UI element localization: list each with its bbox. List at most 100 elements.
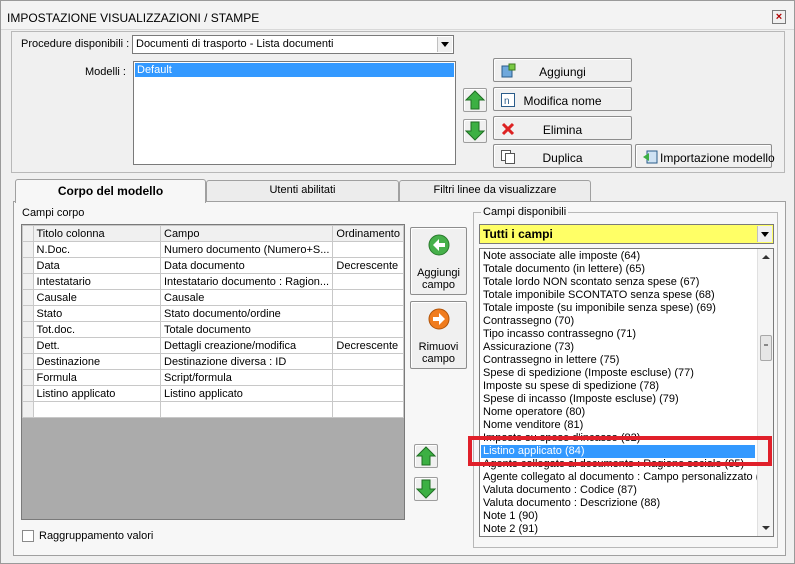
scroll-up-arrow-icon[interactable] [758, 249, 773, 265]
cell-field[interactable]: Totale documento [159, 321, 334, 338]
list-item[interactable]: Valuta documento : Codice (87) [481, 484, 755, 497]
list-item[interactable]: Nome venditore (81) [481, 419, 755, 432]
list-item[interactable]: Tipo incasso contrassegno (71) [481, 328, 755, 341]
row-selector[interactable] [22, 337, 34, 354]
cell-title[interactable]: Listino applicato [32, 385, 161, 402]
list-item[interactable]: Totale imposte (su imponibile senza spes… [481, 302, 755, 315]
list-item[interactable]: Note 2 (91) [481, 523, 755, 536]
models-list[interactable]: Default [133, 61, 456, 165]
move-field-down-button[interactable] [414, 477, 438, 501]
table-row[interactable] [22, 401, 404, 418]
table-row[interactable]: Intestatario Intestatario documento : Rag… [22, 273, 404, 290]
delete-model-button[interactable]: Elimina [493, 116, 632, 140]
body-fields-grid[interactable]: Titolo colonna Campo Ordinamento N.Doc. N… [21, 224, 405, 520]
table-row[interactable]: Tot.doc. Totale documento [22, 321, 404, 338]
rename-model-button[interactable]: n Modifica nome [493, 87, 632, 111]
cell-field[interactable]: Intestatario documento : Ragion... [159, 273, 334, 290]
row-selector[interactable] [22, 369, 34, 386]
cell-title[interactable]: N.Doc. [32, 241, 161, 258]
table-row[interactable]: Stato Stato documento/ordine [22, 305, 404, 322]
cell-order[interactable] [332, 321, 404, 338]
cell-title[interactable]: Formula [32, 369, 161, 386]
remove-field-button[interactable]: Rimuovi campo [410, 301, 467, 369]
column-header-field[interactable]: Campo [159, 225, 334, 242]
cell-title[interactable]: Dett. [32, 337, 161, 354]
cell-title[interactable]: Destinazione [32, 353, 161, 370]
add-field-button[interactable]: Aggiungi campo [410, 227, 467, 295]
cell-title[interactable] [32, 401, 161, 418]
model-item[interactable]: Default [135, 63, 454, 77]
cell-field[interactable]: Causale [159, 289, 334, 306]
list-item[interactable]: Contrassegno in lettere (75) [481, 354, 755, 367]
row-selector[interactable] [22, 289, 34, 306]
available-filter-dropdown[interactable]: Tutti i campi [479, 224, 774, 244]
list-item[interactable]: Valuta documento : Descrizione (88) [481, 497, 755, 510]
list-item[interactable]: Note associate alle imposte (64) [481, 250, 755, 263]
cell-field[interactable]: Script/formula [159, 369, 334, 386]
list-item[interactable]: Contrassegno (70) [481, 315, 755, 328]
cell-order[interactable]: Decrescente [332, 257, 404, 274]
scroll-down-arrow-icon[interactable] [758, 520, 773, 536]
cell-title[interactable]: Causale [32, 289, 161, 306]
cell-order[interactable] [332, 305, 404, 322]
row-selector[interactable] [22, 385, 34, 402]
move-model-up-button[interactable] [463, 88, 487, 112]
table-row[interactable]: Listino applicato Listino applicato [22, 385, 404, 402]
list-item[interactable]: Imposte su spese di spedizione (78) [481, 380, 755, 393]
chevron-down-icon[interactable] [437, 37, 452, 52]
move-field-up-button[interactable] [414, 444, 438, 468]
row-selector[interactable] [22, 305, 34, 322]
table-row[interactable]: N.Doc. Numero documento (Numero+S... [22, 241, 404, 258]
cell-title[interactable]: Stato [32, 305, 161, 322]
cell-title[interactable]: Data [32, 257, 161, 274]
list-item[interactable]: Agente collegato al documento : Campo pe… [481, 471, 770, 484]
cell-order[interactable] [332, 369, 404, 386]
table-row[interactable]: Formula Script/formula [22, 369, 404, 386]
row-selector[interactable] [22, 257, 34, 274]
move-model-down-button[interactable] [463, 119, 487, 143]
import-model-button[interactable]: Importazione modello [635, 144, 775, 168]
cell-title[interactable]: Intestatario [32, 273, 161, 290]
cell-field[interactable] [159, 401, 334, 418]
scroll-thumb[interactable] [760, 335, 772, 361]
list-item[interactable]: Nome operatore (80) [481, 406, 755, 419]
cell-field[interactable]: Data documento [159, 257, 334, 274]
close-button[interactable]: × [772, 10, 786, 24]
row-selector[interactable] [22, 273, 34, 290]
list-item[interactable]: Totale documento (in lettere) (65) [481, 263, 755, 276]
cell-order[interactable] [332, 241, 404, 258]
grouping-checkbox[interactable] [22, 530, 34, 542]
cell-order[interactable]: Decrescente [332, 337, 404, 354]
add-model-button[interactable]: Aggiungi [493, 58, 632, 82]
cell-field[interactable]: Destinazione diversa : ID [159, 353, 334, 370]
table-row[interactable]: Dett. Dettagli creazione/modifica Decresce… [22, 337, 404, 354]
tab-enabled-users[interactable]: Utenti abilitati [206, 180, 399, 201]
column-header-title[interactable]: Titolo colonna [32, 225, 161, 242]
table-row[interactable]: Destinazione Destinazione diversa : ID [22, 353, 404, 370]
list-item[interactable]: Note 1 (90) [481, 510, 755, 523]
available-scrollbar[interactable] [757, 249, 773, 536]
list-item[interactable]: Spese di incasso (Imposte escluse) (79) [481, 393, 755, 406]
cell-field[interactable]: Listino applicato [159, 385, 334, 402]
cell-field[interactable]: Dettagli creazione/modifica [159, 337, 334, 354]
table-row[interactable]: Data Data documento Decrescente [22, 257, 404, 274]
cell-title[interactable]: Tot.doc. [32, 321, 161, 338]
row-selector[interactable] [22, 321, 34, 338]
cell-order[interactable] [332, 353, 404, 370]
row-selector[interactable] [22, 353, 34, 370]
cell-field[interactable]: Stato documento/ordine [159, 305, 334, 322]
cell-field[interactable]: Numero documento (Numero+S... [159, 241, 334, 258]
cell-order[interactable] [332, 385, 404, 402]
tab-model-body[interactable]: Corpo del modello [15, 179, 206, 203]
table-row[interactable]: Causale Causale [22, 289, 404, 306]
available-fields-list[interactable]: Note associate alle imposte (64) Totale d… [479, 248, 774, 537]
duplicate-model-button[interactable]: Duplica [493, 144, 632, 168]
row-selector[interactable] [22, 401, 34, 418]
cell-order[interactable] [332, 273, 404, 290]
cell-order[interactable] [332, 289, 404, 306]
list-item[interactable]: Totale lordo NON scontato senza spese (6… [481, 276, 755, 289]
tab-line-filters[interactable]: Filtri linee da visualizzare [399, 180, 591, 201]
chevron-down-icon[interactable] [757, 226, 772, 242]
column-header-order[interactable]: Ordinamento [332, 225, 404, 242]
row-selector[interactable] [22, 241, 34, 258]
